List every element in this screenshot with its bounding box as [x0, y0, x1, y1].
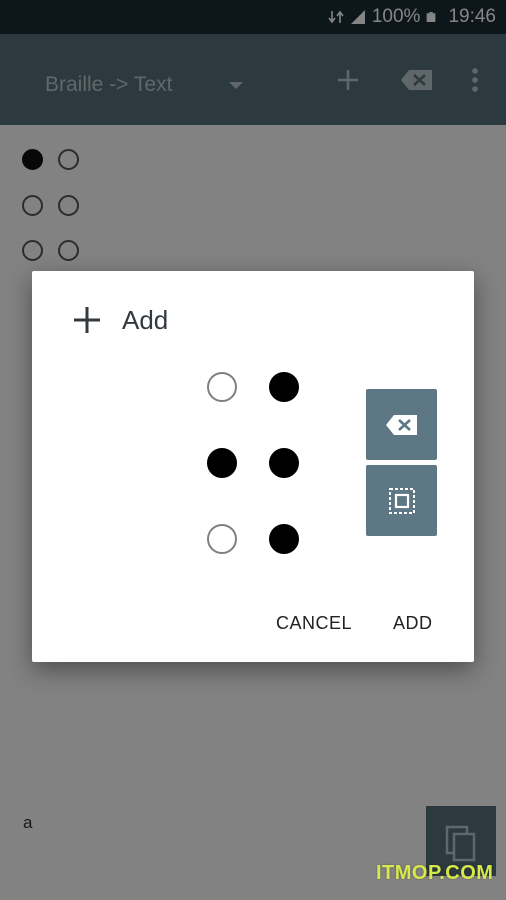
backspace-icon — [385, 414, 417, 435]
clear-dots-button[interactable] — [366, 389, 437, 460]
cancel-button[interactable]: CANCEL — [276, 613, 352, 634]
braille-dot-6-toggle[interactable] — [269, 524, 299, 554]
braille-dot-5-toggle[interactable] — [269, 448, 299, 478]
braille-dot-4-toggle[interactable] — [269, 372, 299, 402]
add-dialog: Add CANCEL ADD — [32, 271, 474, 662]
add-icon — [74, 307, 100, 333]
add-button[interactable]: ADD — [393, 613, 433, 634]
select-all-icon — [388, 487, 415, 514]
braille-dot-1-toggle[interactable] — [207, 372, 237, 402]
braille-dot-3-toggle[interactable] — [207, 524, 237, 554]
select-all-dots-button[interactable] — [366, 465, 437, 536]
braille-dot-2-toggle[interactable] — [207, 448, 237, 478]
dialog-title: Add — [122, 305, 169, 335]
watermark: ITMOP.COM — [376, 862, 494, 884]
